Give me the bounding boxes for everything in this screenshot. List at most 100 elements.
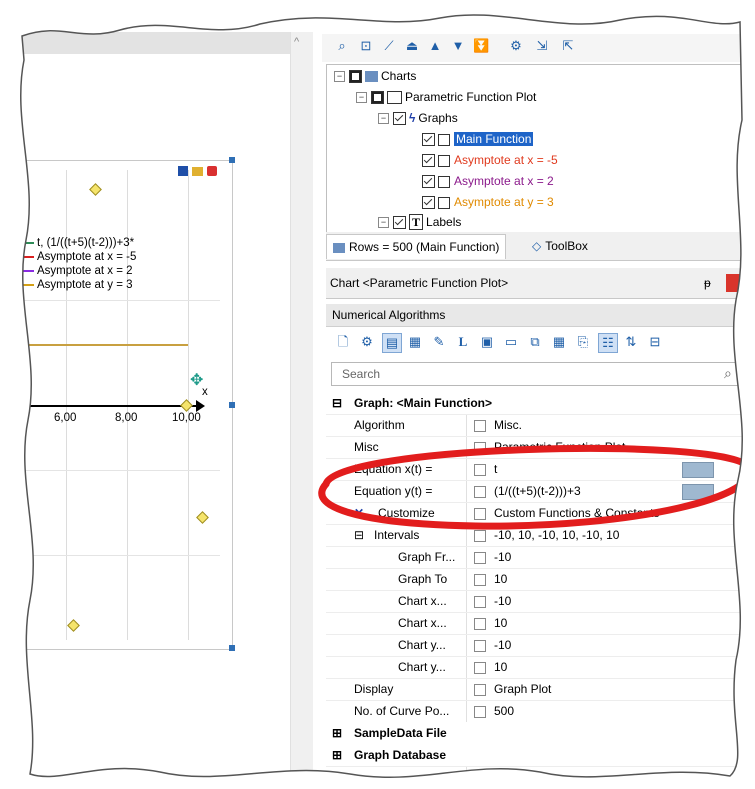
calculator-icon[interactable]: ▦ [550, 333, 568, 351]
property-value[interactable]: 10 [474, 568, 507, 590]
move-up-icon[interactable]: ▲ [427, 38, 443, 54]
paste-icon[interactable]: ⎘ [574, 333, 592, 351]
edit-icon [474, 639, 486, 652]
fit-icon[interactable]: ⊡ [358, 38, 374, 54]
scroll-up-icon[interactable]: ^ [294, 36, 299, 48]
category-row[interactable]: ⊞ Graph Database [326, 744, 755, 767]
property-row[interactable]: No. of Curve Po... 500 [326, 700, 755, 723]
property-value[interactable]: -10 [474, 590, 511, 612]
edit-icon[interactable]: ✎ [430, 333, 448, 351]
open-icon[interactable]: ▭ [502, 333, 520, 351]
tree-checkbox[interactable] [422, 133, 435, 147]
property-row[interactable]: Algorithm Misc. [326, 414, 755, 437]
collapse-all-icon[interactable]: ⊟ [646, 333, 664, 351]
tree-checkbox[interactable] [393, 112, 406, 126]
x-axis-arrow-icon [196, 400, 205, 412]
property-value[interactable]: 10 [474, 656, 507, 678]
tree-checkbox[interactable] [422, 196, 435, 210]
tree-checkbox[interactable] [371, 91, 384, 105]
label-icon[interactable]: L [454, 333, 472, 351]
tree-node-plot[interactable]: − Parametric Function Plot [356, 87, 536, 107]
tree-node-graph[interactable]: Asymptote at x = -5 [422, 150, 558, 170]
vertical-scrollbar[interactable] [290, 32, 313, 772]
collapse-icon[interactable]: − [356, 92, 367, 104]
property-value[interactable]: Misc. [474, 414, 522, 436]
copy-icon[interactable]: ⧉ [526, 333, 544, 351]
tab-label: Rows = 500 (Main Function) [349, 240, 500, 254]
property-value[interactable]: -10 [474, 546, 511, 568]
property-row[interactable]: Display Graph Plot [326, 678, 755, 701]
search-icon[interactable]: ⌕ [724, 365, 732, 382]
close-icon[interactable] [207, 166, 218, 176]
properties-icon[interactable]: ⚙ [358, 333, 376, 351]
property-name: Algorithm [354, 418, 405, 432]
resize-handle[interactable] [229, 402, 235, 408]
tree-node-label: Asymptote at x = 2 [454, 174, 554, 188]
pin-icon[interactable]: ᵽ [704, 268, 711, 298]
property-value[interactable]: 10 [474, 612, 507, 634]
property-row[interactable]: Chart y... 10 [326, 656, 755, 679]
property-value-text: 10 [494, 616, 508, 630]
property-row[interactable]: Graph To 10 [326, 568, 755, 591]
graph-color-swatch [438, 175, 450, 188]
category-row[interactable]: ⊞ SampleData File [326, 722, 755, 745]
expand-icon[interactable]: ⊞ [332, 744, 342, 766]
legend-label: Asymptote at x = 2 [37, 265, 133, 277]
grid-view-icon[interactable]: ▦ [406, 333, 424, 351]
property-row[interactable]: Chart x... 10 [326, 612, 755, 635]
tree-node-graph[interactable]: Asymptote at x = 2 [422, 171, 554, 191]
tree-node-graph[interactable]: Asymptote at y = 3 [422, 192, 554, 212]
edit-icon [474, 573, 486, 586]
resize-handle[interactable] [229, 645, 235, 651]
tree-checkbox[interactable] [422, 154, 435, 168]
tree-node-graph[interactable]: Main Function [422, 129, 534, 149]
property-value[interactable]: -10 [474, 634, 511, 656]
tab-rows[interactable]: Rows = 500 (Main Function) [326, 234, 507, 259]
search-input[interactable]: Search ⌕ [331, 362, 751, 386]
grid-line [20, 470, 220, 471]
chart-mini-toolbar [178, 166, 218, 179]
property-row[interactable]: Graph Fr... -10 [326, 546, 755, 569]
move-top-icon[interactable]: ⏏ [404, 38, 420, 54]
tree-node-label: Asymptote at x = -5 [454, 153, 558, 167]
category-row[interactable]: ⊟ Graph: <Main Function> [326, 392, 755, 415]
categorized-icon[interactable]: ☷ [598, 333, 618, 353]
edit-icon [474, 683, 486, 696]
collapse-icon[interactable]: − [378, 217, 389, 229]
tab-toolbox[interactable]: ◇ ToolBox [526, 234, 594, 258]
expand-icon[interactable]: ⇲ [534, 38, 550, 54]
collapse-icon[interactable]: ⊟ [332, 392, 342, 414]
settings-icon[interactable]: ⚙ [508, 38, 524, 54]
property-value[interactable]: Graph Plot [474, 678, 551, 700]
property-value-text: -10 [494, 638, 512, 652]
save-icon[interactable] [178, 166, 188, 176]
expand-icon[interactable]: ⊞ [332, 722, 342, 744]
property-row[interactable]: Chart y... -10 [326, 634, 755, 657]
move-bottom-icon[interactable]: ⏬ [473, 38, 489, 54]
property-value[interactable]: 500 [474, 700, 514, 722]
graph-view-icon[interactable]: ▤ [382, 333, 402, 353]
collapse-icon[interactable]: ⇱ [560, 38, 576, 54]
graph-color-swatch [438, 196, 450, 209]
tree-checkbox[interactable] [349, 70, 362, 84]
chart-add-icon[interactable]: ⟋ [381, 38, 397, 54]
data-icon[interactable]: ▣ [478, 333, 496, 351]
property-row[interactable]: Chart x... -10 [326, 590, 755, 613]
move-down-icon[interactable]: ▼ [450, 38, 466, 54]
collapse-icon[interactable]: − [334, 71, 345, 83]
resize-handle[interactable] [229, 157, 235, 163]
tree-node-graphs[interactable]: − ϟ Graphs [378, 108, 458, 128]
search-tree-icon[interactable]: ⌕ [334, 38, 350, 54]
x-tick-label: 10,00 [172, 412, 201, 424]
property-panel-title: Chart <Parametric Function Plot> [330, 276, 509, 290]
collapse-icon[interactable]: − [378, 113, 389, 125]
legend-label: t, (1/((t+5)(t-2)))+3* [37, 237, 135, 249]
tree-node-charts[interactable]: − Charts [334, 66, 416, 86]
open-folder-icon[interactable] [192, 167, 204, 176]
close-panel-icon[interactable] [726, 274, 744, 292]
new-icon[interactable]: 🗋 [334, 333, 352, 351]
tree-checkbox[interactable] [422, 175, 435, 189]
tree-node-labels[interactable]: − T Labels [378, 212, 461, 232]
tree-checkbox[interactable] [393, 216, 406, 230]
sort-az-icon[interactable]: ⇅ [622, 333, 640, 351]
